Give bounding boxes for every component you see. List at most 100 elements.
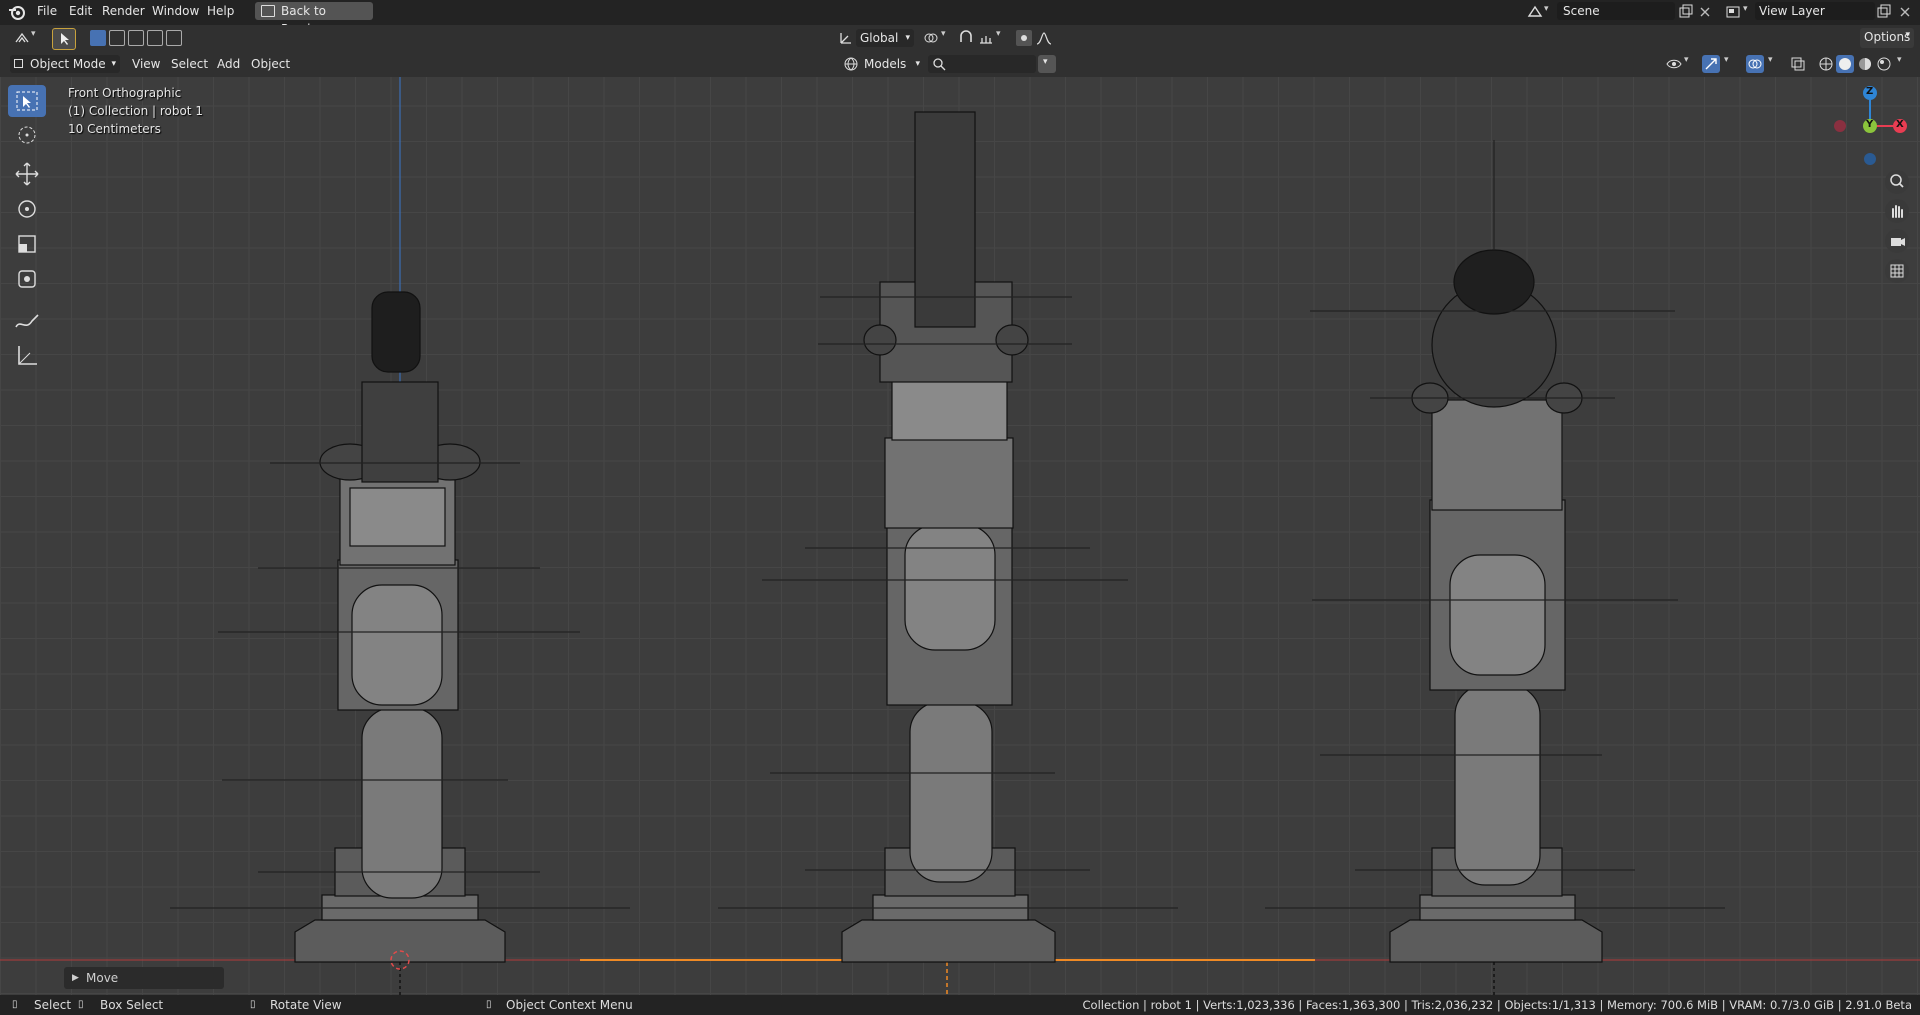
copy-view-layer-icon[interactable] — [1876, 4, 1892, 20]
menu-file[interactable]: File — [37, 0, 57, 25]
blender-logo-icon[interactable] — [8, 3, 26, 21]
transform-orientation-dropdown[interactable]: Global ▾ — [856, 29, 914, 47]
search-icon — [933, 58, 946, 71]
measure-ruler-icon — [18, 346, 37, 365]
chevron-down-icon[interactable]: ▾ — [31, 29, 36, 39]
scene-icon[interactable] — [1527, 4, 1543, 20]
rotate-tool[interactable] — [8, 193, 46, 225]
chevron-down-icon[interactable]: ▾ — [1743, 4, 1748, 14]
gizmo-toggle-icon[interactable] — [1702, 55, 1720, 73]
back-to-previous-button[interactable]: Back to Previous — [255, 2, 373, 36]
select-tool-button[interactable] — [52, 28, 76, 50]
rendered-shading-icon[interactable] — [1876, 56, 1892, 72]
rotate-icon — [18, 200, 36, 218]
robot-3 — [1265, 140, 1725, 963]
copy-scene-icon[interactable] — [1678, 4, 1694, 20]
status-rotate-view: Rotate View — [270, 998, 342, 1012]
snap-increment-icon[interactable] — [978, 30, 994, 46]
proportional-edit-icon[interactable] — [1016, 30, 1032, 46]
navigation-gizmo[interactable]: Z X Y — [1830, 86, 1910, 166]
mouse-drag-icon: ▯ — [78, 999, 84, 1010]
select-mode-intersect-icon[interactable] — [166, 30, 182, 46]
chevron-down-icon[interactable]: ▾ — [996, 29, 1001, 39]
chevron-down-icon[interactable]: ▾ — [1684, 55, 1689, 65]
chevron-down-icon[interactable]: ▾ — [941, 29, 946, 39]
scene-statistics: Collection | robot 1 | Verts:1,023,336 |… — [1082, 998, 1912, 1012]
mode-dropdown[interactable]: Object Mode ▾ — [10, 55, 120, 73]
close-icon[interactable] — [1897, 4, 1913, 20]
menu-view[interactable]: View — [126, 55, 166, 73]
chevron-down-icon[interactable]: ▾ — [1544, 4, 1549, 14]
chevron-down-icon: ▾ — [915, 59, 920, 69]
view-layer-selector[interactable]: View Layer — [1755, 2, 1875, 20]
pivot-point-icon[interactable] — [923, 30, 939, 46]
chevron-down-icon: ▾ — [1905, 30, 1910, 40]
menu-add[interactable]: Add — [211, 55, 246, 73]
select-mode-extend-icon[interactable] — [109, 30, 125, 46]
filter-dropdown-button[interactable]: ▾ — [1038, 55, 1056, 73]
view-layer-icon[interactable] — [1725, 4, 1741, 20]
chevron-down-icon: ▾ — [905, 33, 910, 43]
wireframe-shading-icon[interactable] — [1818, 56, 1834, 72]
annotate-tool[interactable] — [8, 305, 46, 337]
move-arrows-icon — [15, 162, 39, 186]
search-input[interactable] — [928, 55, 1036, 73]
chevron-down-icon[interactable]: ▾ — [1768, 55, 1773, 65]
menu-window[interactable]: Window — [152, 0, 199, 25]
menu-select[interactable]: Select — [165, 55, 214, 73]
snap-icon[interactable] — [958, 30, 974, 46]
close-icon[interactable] — [1697, 4, 1713, 20]
transform-orientation-icon — [840, 33, 851, 44]
falloff-curve-icon[interactable] — [1036, 30, 1052, 46]
xray-toggle-icon[interactable] — [1790, 56, 1806, 72]
top-bar: File Edit Render Window Help Back to Pre… — [0, 0, 1920, 36]
select-mode-subtract-icon[interactable] — [128, 30, 144, 46]
select-mode-invert-icon[interactable] — [147, 30, 163, 46]
status-context-menu: Object Context Menu — [506, 998, 633, 1012]
3d-viewport[interactable] — [0, 52, 1920, 995]
scale-icon — [18, 235, 36, 253]
editor-type-icon[interactable] — [14, 30, 30, 46]
chevron-down-icon[interactable]: ▾ — [1897, 55, 1902, 65]
transform-tool[interactable] — [8, 263, 46, 295]
solid-shading-icon[interactable] — [1836, 55, 1854, 73]
robot-models-canvas — [0, 52, 1920, 995]
status-box-select: Box Select — [100, 998, 164, 1012]
options-dropdown[interactable]: Options ▾ — [1860, 28, 1914, 48]
pan-hand-icon[interactable] — [1884, 198, 1910, 224]
annotate-pencil-icon — [15, 314, 39, 328]
ortho-grid-icon[interactable] — [1884, 258, 1910, 284]
chevron-down-icon[interactable]: ▾ — [1724, 55, 1729, 65]
chevron-down-icon: ▾ — [1043, 57, 1048, 67]
zoom-magnifier-icon[interactable] — [1884, 169, 1910, 195]
menu-object[interactable]: Object — [245, 55, 296, 73]
collection-filter-dropdown[interactable]: Models ▾ — [860, 55, 924, 73]
select-box-tool[interactable] — [8, 85, 46, 117]
measure-tool[interactable] — [8, 339, 46, 371]
select-box-icon — [16, 91, 38, 111]
menu-help[interactable]: Help — [207, 0, 234, 25]
collection-info: (1) Collection | robot 1 — [68, 104, 203, 118]
chevron-down-icon: ▾ — [111, 59, 116, 69]
cursor-crosshair-icon — [18, 126, 36, 144]
visibility-eye-icon[interactable] — [1666, 56, 1682, 72]
select-mode-new-icon[interactable] — [90, 30, 106, 46]
move-tool[interactable] — [8, 158, 46, 190]
viewport-header: ▾ Global ▾ ▾ ▾ Options ▾ Object Mode ▾ V… — [0, 25, 1920, 77]
camera-icon[interactable] — [1884, 228, 1910, 254]
cursor-tool[interactable] — [8, 119, 46, 151]
screen-icon — [261, 5, 275, 17]
status-bar: ▯ Select ▯ Box Select ▯ Rotate View ▯ Ob… — [0, 995, 1920, 1015]
material-shading-icon[interactable] — [1857, 56, 1873, 72]
menu-edit[interactable]: Edit — [69, 0, 92, 25]
chevron-right-icon: ▶ — [72, 973, 79, 983]
last-operator-panel[interactable]: ▶ Move — [64, 967, 224, 989]
status-select: Select — [34, 998, 72, 1012]
robot-1 — [170, 291, 630, 963]
mouse-middle-icon: ▯ — [250, 999, 256, 1010]
scale-tool[interactable] — [8, 228, 46, 260]
globe-icon — [844, 57, 858, 71]
overlays-toggle-icon[interactable] — [1746, 55, 1764, 73]
scene-selector[interactable]: Scene — [1557, 2, 1675, 20]
menu-render[interactable]: Render — [102, 0, 145, 25]
